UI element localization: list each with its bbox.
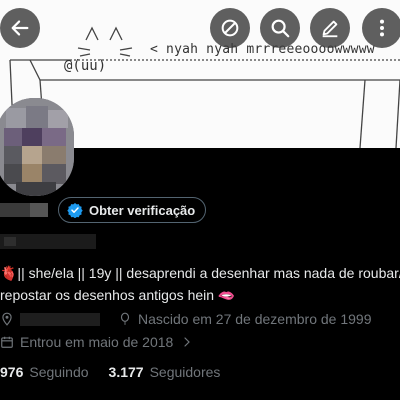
search-icon [271, 19, 290, 38]
bio-line-1: 🫀|| she/ela || 19y || desaprendi a desen… [0, 265, 400, 281]
display-name-redacted-part [30, 203, 48, 217]
bio-line-2: repostar os desenhos antigos hein 🫦 [0, 287, 236, 303]
search-button[interactable] [260, 8, 300, 48]
birthday-text: Nascido em 27 de dezembro de 1999 [138, 311, 372, 327]
following-count[interactable]: 976 [0, 364, 23, 380]
block-icon [221, 19, 239, 37]
followers-count[interactable]: 3.177 [109, 364, 144, 380]
followers-label[interactable]: Seguidores [150, 364, 221, 380]
joined-row[interactable]: Entrou em maio de 2018 [0, 334, 193, 350]
location-redacted [20, 312, 100, 326]
more-options-button[interactable] [362, 8, 400, 48]
verified-badge-icon [67, 203, 83, 218]
location-pin-icon [2, 312, 12, 326]
joined-text: Entrou em maio de 2018 [20, 334, 174, 350]
follow-stats: 976 Seguindo 3.177 Seguidores [0, 364, 234, 380]
edit-pencil-icon [322, 20, 338, 38]
edit-button[interactable] [310, 8, 350, 48]
get-verified-button[interactable]: Obter verificação [58, 197, 207, 223]
get-verified-label: Obter verificação [89, 202, 196, 218]
chevron-right-icon [184, 337, 191, 347]
calendar-icon [1, 336, 13, 348]
banner-face-text: @(uu) [64, 58, 107, 74]
username-redacted-part [4, 237, 16, 246]
back-button[interactable] [0, 8, 40, 48]
following-label[interactable]: Seguindo [29, 364, 88, 380]
block-button[interactable] [210, 8, 250, 48]
location-birthday-row: Nascido em 27 de dezembro de 1999 [0, 311, 371, 327]
avatar[interactable] [0, 98, 74, 196]
back-arrow-icon [11, 20, 29, 36]
profile-bio: 🫀|| she/ela || 19y || desaprendi a desen… [0, 262, 400, 306]
more-vertical-icon [379, 19, 385, 37]
balloon-icon [120, 312, 130, 325]
